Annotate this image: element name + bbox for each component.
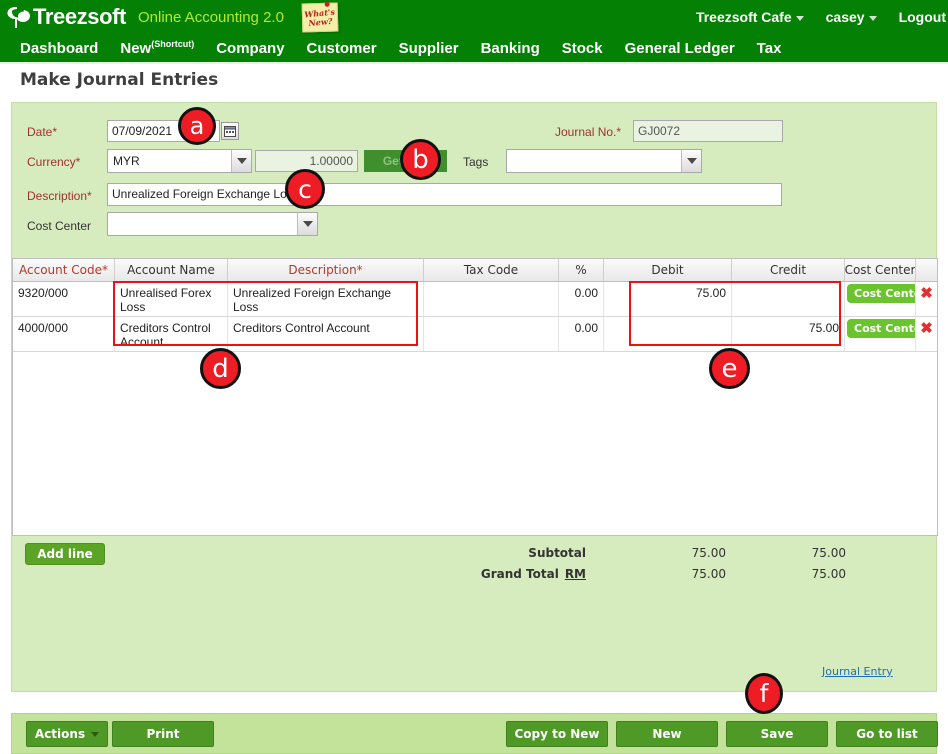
date-label: Date* (27, 125, 58, 139)
column-header-description[interactable]: Description* (228, 259, 424, 281)
company-switcher[interactable]: Treezsoft Cafe (696, 9, 804, 25)
column-header-percent[interactable]: % (559, 259, 604, 281)
column-header-tax-code[interactable]: Tax Code (424, 259, 559, 281)
new-button[interactable]: New (616, 721, 718, 747)
nav-item-banking[interactable]: Banking (481, 40, 540, 57)
nav-new-shortcut-label: (Shortcut) (151, 39, 195, 49)
brand-bar: Treezsoft Online Accounting 2.0 What's N… (0, 0, 948, 34)
chevron-down-icon (297, 213, 317, 235)
column-header-account-name[interactable]: Account Name (115, 259, 228, 281)
cell-delete: ✖ (916, 317, 937, 351)
bottom-action-bar: Actions Print Copy to New New Save Go to… (11, 713, 938, 754)
journal-lines-table: Account Code* Account Name Description* … (12, 258, 938, 536)
nav-item-general-ledger[interactable]: General Ledger (625, 40, 735, 57)
brand-tagline: Online Accounting 2.0 (137, 8, 284, 26)
chevron-down-icon (231, 150, 251, 172)
cell-debit[interactable]: 75.00 (604, 282, 732, 316)
table-row[interactable]: 9320/000 Unrealised Forex Loss Unrealize… (13, 282, 937, 317)
grand-total-credit-value: 75.00 (811, 567, 846, 581)
exchange-rate-input: 1.00000 (255, 150, 358, 172)
cell-credit[interactable] (732, 282, 845, 316)
nav-item-tax[interactable]: Tax (757, 40, 782, 57)
cell-percent[interactable]: 0.00 (559, 282, 604, 316)
nav-item-dashboard[interactable]: Dashboard (20, 40, 98, 57)
logo[interactable]: Treezsoft (6, 4, 126, 30)
cell-cost-center: Cost Center (845, 282, 916, 316)
calendar-icon[interactable] (221, 122, 239, 140)
pin-icon (324, 1, 330, 7)
cell-description[interactable]: Unrealized Foreign Exchange Loss (228, 282, 424, 316)
table-header-row: Account Code* Account Name Description* … (13, 259, 937, 282)
cell-account-code[interactable]: 9320/000 (13, 282, 115, 316)
nav-item-new[interactable]: New(Shortcut) (120, 39, 194, 57)
tree-logo-icon (7, 6, 30, 28)
page-title: Make Journal Entries (20, 70, 219, 90)
nav-item-supplier[interactable]: Supplier (399, 40, 459, 57)
chevron-down-icon (91, 731, 100, 737)
nav-item-customer[interactable]: Customer (307, 40, 377, 57)
journal-no-label: Journal No.* (555, 125, 622, 139)
tags-select[interactable] (506, 149, 702, 173)
column-header-debit[interactable]: Debit (604, 259, 732, 281)
copy-to-new-button[interactable]: Copy to New (506, 721, 608, 747)
grand-total-label: Grand Total RM (480, 567, 586, 581)
currency-label: Currency* (27, 155, 81, 169)
grand-total-debit-value: 75.00 (691, 567, 726, 581)
cell-tax-code[interactable] (424, 317, 559, 351)
chevron-down-icon (868, 15, 877, 21)
nav-item-stock[interactable]: Stock (562, 40, 603, 57)
cell-account-name[interactable]: Creditors Control Account (115, 317, 228, 351)
cell-percent[interactable]: 0.00 (559, 317, 604, 351)
chevron-down-icon (795, 15, 804, 21)
cell-description[interactable]: Creditors Control Account (228, 317, 424, 351)
logout-link[interactable]: Logout (899, 9, 946, 25)
cell-credit[interactable]: 75.00 (732, 317, 845, 351)
chevron-down-icon (681, 150, 701, 172)
cell-tax-code[interactable] (424, 282, 559, 316)
nav-item-company[interactable]: Company (216, 40, 284, 57)
cost-center-select[interactable] (107, 212, 318, 236)
get-rate-button[interactable]: Get rate (364, 150, 447, 172)
column-header-cost-center[interactable]: Cost Center (845, 259, 916, 281)
user-menu[interactable]: casey (826, 9, 877, 25)
column-header-account-code[interactable]: Account Code* (13, 259, 115, 281)
tags-label: Tags (463, 155, 489, 169)
date-input[interactable]: 07/09/2021 (107, 120, 220, 142)
cell-cost-center: Cost Center (845, 317, 916, 351)
whats-new-label: What's New? (303, 5, 336, 28)
app-root: Treezsoft Online Accounting 2.0 What's N… (0, 0, 948, 754)
go-to-list-button[interactable]: Go to list (836, 721, 938, 747)
calendar-glyph (224, 126, 236, 137)
delete-x-icon[interactable]: ✖ (920, 285, 933, 302)
currency-code-label: RM (564, 567, 586, 581)
add-line-button[interactable]: Add line (25, 543, 105, 565)
cell-delete: ✖ (916, 282, 937, 316)
cost-center-button[interactable]: Cost Center (847, 319, 915, 338)
subtotal-debit-value: 75.00 (691, 546, 726, 560)
brand-right-menu: Treezsoft Cafe casey Logout (674, 9, 946, 25)
main-navigation: Dashboard New(Shortcut) Company Customer… (0, 34, 948, 64)
column-header-actions (916, 259, 937, 281)
cost-center-button[interactable]: Cost Center (847, 284, 915, 303)
currency-value: MYR (113, 154, 140, 168)
cell-debit[interactable] (604, 317, 732, 351)
journal-no-input: GJ0072 (633, 120, 783, 142)
subtotal-label: Subtotal (528, 546, 586, 560)
save-button[interactable]: Save (726, 721, 828, 747)
description-input[interactable]: Unrealized Foreign Exchange Loss (107, 183, 782, 206)
whats-new-icon[interactable]: What's New? (301, 1, 339, 32)
cost-center-label: Cost Center (27, 219, 92, 233)
cell-account-code[interactable]: 4000/000 (13, 317, 115, 351)
cell-account-name[interactable]: Unrealised Forex Loss (115, 282, 228, 316)
table-row[interactable]: 4000/000 Creditors Control Account Credi… (13, 317, 937, 352)
description-label: Description* (27, 189, 92, 203)
column-header-credit[interactable]: Credit (732, 259, 845, 281)
actions-button[interactable]: Actions (26, 721, 108, 747)
journal-entry-link[interactable]: Journal Entry (822, 665, 893, 678)
currency-select[interactable]: MYR (107, 149, 252, 173)
delete-x-icon[interactable]: ✖ (920, 320, 933, 337)
brand-name: Treezsoft (33, 4, 126, 29)
print-button[interactable]: Print (112, 721, 214, 747)
subtotal-credit-value: 75.00 (811, 546, 846, 560)
